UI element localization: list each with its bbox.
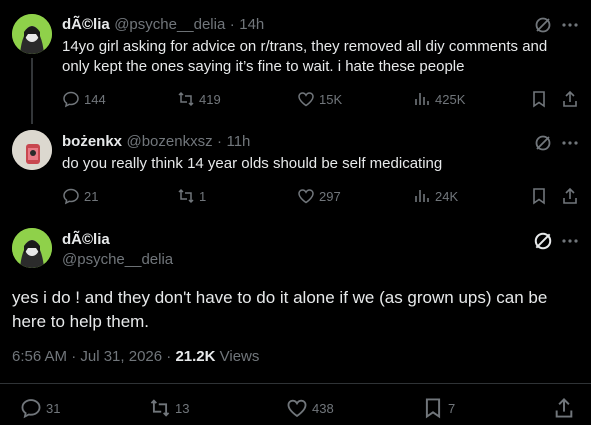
avatar[interactable]: [12, 228, 52, 268]
like-count: 15K: [319, 91, 343, 107]
grok-icon[interactable]: [533, 231, 553, 251]
like-count: 438: [312, 400, 334, 416]
repost-button[interactable]: 419: [177, 90, 221, 108]
bookmark-icon[interactable]: [531, 90, 547, 108]
repost-icon: [150, 399, 170, 417]
author-handle[interactable]: @psyche__delia: [114, 16, 225, 33]
like-button[interactable]: 297: [297, 187, 341, 205]
repost-count: 1: [199, 188, 207, 204]
bookmark-count: 7: [448, 400, 456, 416]
avatar[interactable]: [12, 14, 52, 54]
tweet-text: do you really think 14 year olds should …: [62, 155, 443, 172]
author-handle[interactable]: @psyche__delia: [62, 251, 173, 268]
view-count: 24K: [435, 188, 459, 204]
repost-icon: [178, 91, 194, 107]
separator-dot: ·: [217, 133, 223, 150]
grok-icon[interactable]: [534, 16, 552, 34]
like-count: 297: [319, 188, 341, 204]
avatar[interactable]: [12, 130, 52, 170]
separator-dot: ·: [229, 16, 235, 33]
tweet-time[interactable]: 14h: [239, 16, 264, 33]
repost-icon: [178, 188, 194, 204]
analytics-icon: [415, 190, 429, 202]
grok-icon[interactable]: [534, 134, 552, 152]
views-button[interactable]: 24K: [413, 187, 458, 205]
tweet-header: dÃ©lia @psyche__delia · 14h: [62, 16, 264, 34]
share-icon[interactable]: [561, 187, 579, 205]
share-button[interactable]: [553, 397, 575, 419]
repost-button[interactable]: 1: [177, 187, 206, 205]
tweet-text: 14yo girl asking for advice on r/trans, …: [62, 38, 548, 75]
heart-icon: [287, 399, 307, 418]
like-button[interactable]: 438: [286, 397, 334, 419]
bookmark-icon: [425, 398, 441, 419]
reply-count: 31: [46, 400, 61, 416]
more-icon[interactable]: [561, 134, 579, 152]
author-name[interactable]: dÃ©lia: [62, 231, 110, 248]
tweet-text: yes i do ! and they don't have to do it …: [12, 288, 548, 331]
more-icon[interactable]: [561, 16, 579, 34]
reply-button[interactable]: 31: [20, 397, 60, 419]
tweet-time[interactable]: 11h: [226, 133, 250, 150]
thread-line: [31, 58, 33, 124]
reply-count: 144: [84, 91, 106, 107]
reply-icon: [63, 188, 79, 205]
author-name[interactable]: dÃ©lia: [62, 16, 110, 33]
author-handle[interactable]: @bozenkxsz: [126, 133, 212, 150]
like-button[interactable]: 15K: [297, 90, 342, 108]
share-icon[interactable]: [561, 90, 579, 108]
bookmark-button[interactable]: 7: [422, 397, 455, 419]
bookmark-icon[interactable]: [531, 187, 547, 205]
view-count: 21.2K: [175, 348, 216, 365]
views-button[interactable]: 425K: [413, 90, 465, 108]
views-label: Views: [219, 348, 260, 365]
tweet-header: bożenkx @bozenkxsz · 11h: [62, 133, 250, 151]
reply-icon: [21, 399, 41, 419]
tweet-meta: 6:56 AM · Jul 31, 2026 · 21.2K Views: [12, 348, 259, 365]
tweet-timestamp[interactable]: 6:56 AM · Jul 31, 2026 ·: [12, 348, 171, 365]
heart-icon: [298, 92, 314, 107]
heart-icon: [298, 189, 314, 204]
repost-count: 13: [175, 400, 190, 416]
repost-button[interactable]: 13: [149, 397, 189, 419]
reply-button[interactable]: 144: [62, 90, 106, 108]
reply-icon: [63, 91, 79, 108]
share-icon: [555, 398, 573, 418]
author-name[interactable]: bożenkx: [62, 133, 122, 150]
divider: [0, 383, 591, 384]
reply-count: 21: [84, 188, 99, 204]
analytics-icon: [415, 93, 429, 105]
more-icon[interactable]: [561, 232, 579, 250]
view-count: 425K: [435, 91, 466, 107]
repost-count: 419: [199, 91, 221, 107]
reply-button[interactable]: 21: [62, 187, 98, 205]
